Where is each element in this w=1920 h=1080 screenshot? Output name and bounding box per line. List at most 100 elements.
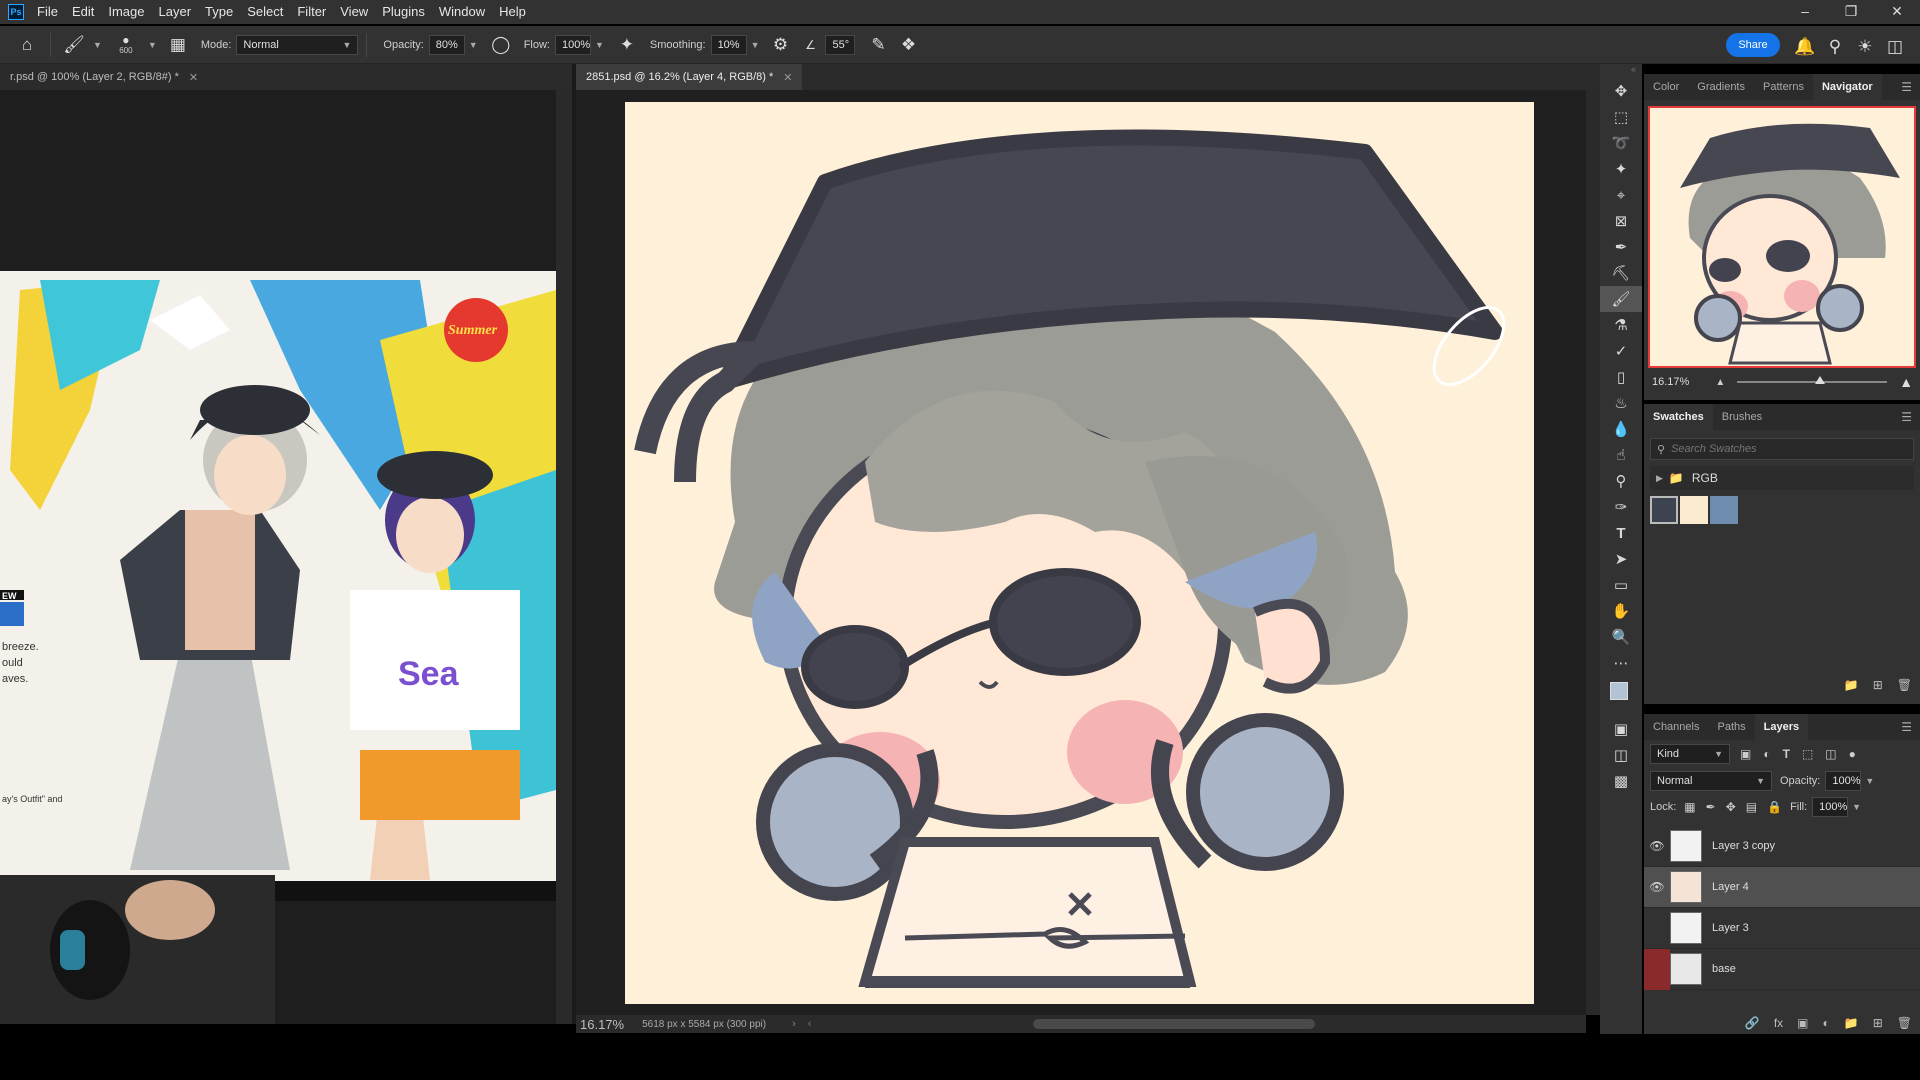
swatch-group-rgb[interactable]: ▶ 📁 RGB — [1650, 466, 1914, 490]
discover-icon[interactable]: ☀ — [1850, 32, 1880, 62]
lock-artboard-icon[interactable]: ▤ — [1746, 800, 1757, 814]
collapse-panel-icon[interactable]: « — [1600, 64, 1642, 78]
reference-document-area[interactable]: Summer Sea EW breeze. ould aves. ay's Ou… — [0, 90, 556, 1024]
menu-file[interactable]: File — [30, 0, 65, 24]
filter-shape-icon[interactable]: ⬚ — [1802, 747, 1813, 761]
swatch-color[interactable] — [1650, 496, 1678, 524]
status-zoom[interactable]: 16.17% — [580, 1017, 624, 1032]
workspace-icon[interactable]: ◫ — [1880, 32, 1910, 62]
tab-gradients[interactable]: Gradients — [1688, 74, 1754, 100]
lasso-tool-icon[interactable]: ➰ — [1600, 130, 1642, 156]
tab-layers[interactable]: Layers — [1754, 714, 1809, 740]
history-brush-tool-icon[interactable]: ✓ — [1600, 338, 1642, 364]
horizontal-scrollbar-thumb[interactable] — [1033, 1019, 1316, 1029]
layer-filter-kind-select[interactable]: Kind ▼ — [1650, 744, 1730, 764]
foreground-color-swatch[interactable] — [1610, 682, 1628, 700]
symmetry-icon[interactable]: ❖ — [893, 30, 923, 60]
chevron-down-icon[interactable]: ▼ — [93, 40, 102, 50]
hand-tool-icon[interactable]: ✋ — [1600, 598, 1642, 624]
swatches-search-input[interactable] — [1671, 443, 1892, 455]
quick-mask-icon[interactable]: ▣ — [1600, 716, 1642, 742]
menu-type[interactable]: Type — [198, 0, 240, 24]
new-group-icon[interactable]: 📁 — [1844, 1016, 1859, 1030]
path-selection-tool-icon[interactable]: ➤ — [1600, 546, 1642, 572]
chevron-down-icon[interactable]: ▼ — [469, 40, 478, 50]
bell-icon[interactable]: 🔔 — [1790, 32, 1820, 62]
more-tools-icon[interactable]: ⋯ — [1600, 650, 1642, 676]
fx-icon[interactable]: fx — [1774, 1016, 1783, 1030]
chevron-down-icon[interactable]: ▼ — [595, 40, 604, 50]
close-icon[interactable]: ✕ — [783, 71, 792, 84]
lock-pixels-icon[interactable]: ✒ — [1706, 800, 1716, 814]
type-tool-icon[interactable]: T — [1600, 520, 1642, 546]
chevron-down-icon[interactable]: ▼ — [1852, 802, 1861, 812]
brush-tool-preset-icon[interactable]: 🖌 — [59, 30, 89, 60]
eye-icon[interactable]: 👁 — [1644, 839, 1670, 853]
main-vertical-scrollbar[interactable] — [1586, 90, 1600, 1015]
tab-channels[interactable]: Channels — [1644, 714, 1708, 740]
healing-brush-tool-icon[interactable]: ⛏ — [1600, 260, 1642, 286]
tab-swatches[interactable]: Swatches — [1644, 404, 1713, 430]
swatch-color[interactable] — [1710, 496, 1738, 524]
lock-all-icon[interactable]: 🔒 — [1767, 800, 1782, 814]
magic-wand-tool-icon[interactable]: ✦ — [1600, 156, 1642, 182]
filter-toggle-icon[interactable]: ● — [1849, 747, 1856, 761]
eraser-tool-icon[interactable]: ▯ — [1600, 364, 1642, 390]
zoom-slider-handle[interactable] — [1814, 376, 1825, 384]
move-tool-icon[interactable]: ✥ — [1600, 78, 1642, 104]
angle-input[interactable]: 55° — [825, 34, 856, 55]
opacity-input[interactable]: 80% — [428, 34, 465, 55]
crop-tool-icon[interactable]: ⌖ — [1600, 182, 1642, 208]
smoothing-input[interactable]: 10% — [710, 34, 747, 55]
new-layer-icon[interactable]: ⊞ — [1873, 1016, 1883, 1030]
layer-row[interactable]: 👁 Layer 4 — [1644, 867, 1920, 908]
main-document-area[interactable] — [576, 90, 1586, 1015]
share-button[interactable]: Share — [1726, 33, 1780, 57]
trash-icon[interactable]: 🗑 — [1897, 1016, 1912, 1030]
layer-fill-input[interactable]: 100% — [1812, 797, 1849, 817]
layer-opacity-input[interactable]: 100% — [1825, 771, 1862, 791]
flow-input[interactable]: 100% — [554, 34, 591, 55]
zoom-in-icon[interactable]: ▲ — [1899, 374, 1913, 390]
airbrush-icon[interactable]: ✦ — [612, 30, 642, 60]
close-window-icon[interactable]: ✕ — [1874, 0, 1920, 22]
layer-row[interactable]: base — [1644, 948, 1920, 990]
screen-mode-icon[interactable]: ◫ — [1600, 742, 1642, 768]
restore-icon[interactable]: ❐ — [1828, 0, 1874, 22]
filter-type-icon[interactable]: T — [1783, 747, 1790, 761]
swatches-search[interactable]: ⚲ — [1650, 438, 1914, 460]
minimize-icon[interactable]: – — [1782, 0, 1828, 22]
tab-left-document[interactable]: r.psd @ 100% (Layer 2, RGB/8#) * ✕ — [0, 64, 209, 90]
layer-row[interactable]: 👁 Layer 3 copy — [1644, 826, 1920, 867]
navigator-zoom-value[interactable]: 16.17% — [1652, 376, 1689, 388]
menu-help[interactable]: Help — [492, 0, 533, 24]
brush-tool-icon[interactable]: 🖌 — [1600, 286, 1642, 312]
swatch-color[interactable] — [1680, 496, 1708, 524]
navigator-preview[interactable] — [1648, 106, 1916, 368]
filter-adjustment-icon[interactable]: ◐ — [1763, 747, 1770, 761]
tab-navigator[interactable]: Navigator — [1812, 74, 1882, 100]
zoom-tool-icon[interactable]: 🔍 — [1600, 624, 1642, 650]
pressure-size-icon[interactable]: ✎ — [863, 30, 893, 60]
brush-settings-panel-icon[interactable]: ▦ — [163, 30, 193, 60]
menu-edit[interactable]: Edit — [65, 0, 101, 24]
frame-tool-icon[interactable]: ⊠ — [1600, 208, 1642, 234]
smudge-tool-icon[interactable]: ☝ — [1600, 442, 1642, 468]
trash-icon[interactable]: 🗑 — [1897, 678, 1912, 692]
pen-tool-icon[interactable]: ✑ — [1600, 494, 1642, 520]
drawing-canvas[interactable] — [625, 102, 1534, 1004]
lock-transparent-icon[interactable]: ▦ — [1684, 800, 1695, 814]
new-group-icon[interactable]: 📁 — [1844, 678, 1859, 692]
navigator-zoom-slider[interactable] — [1737, 376, 1888, 384]
left-vertical-scrollbar[interactable] — [556, 90, 572, 1024]
tab-brushes[interactable]: Brushes — [1713, 404, 1771, 430]
artboard-icon[interactable]: ▩ — [1600, 768, 1642, 794]
paint-bucket-tool-icon[interactable]: ♨ — [1600, 390, 1642, 416]
new-swatch-icon[interactable]: ⊞ — [1873, 678, 1883, 692]
eye-icon[interactable]: 👁 — [1644, 880, 1670, 894]
menu-view[interactable]: View — [333, 0, 375, 24]
menu-layer[interactable]: Layer — [152, 0, 199, 24]
home-icon[interactable]: ⌂ — [12, 30, 42, 60]
zoom-out-icon[interactable]: ▲ — [1715, 377, 1725, 388]
menu-select[interactable]: Select — [240, 0, 290, 24]
